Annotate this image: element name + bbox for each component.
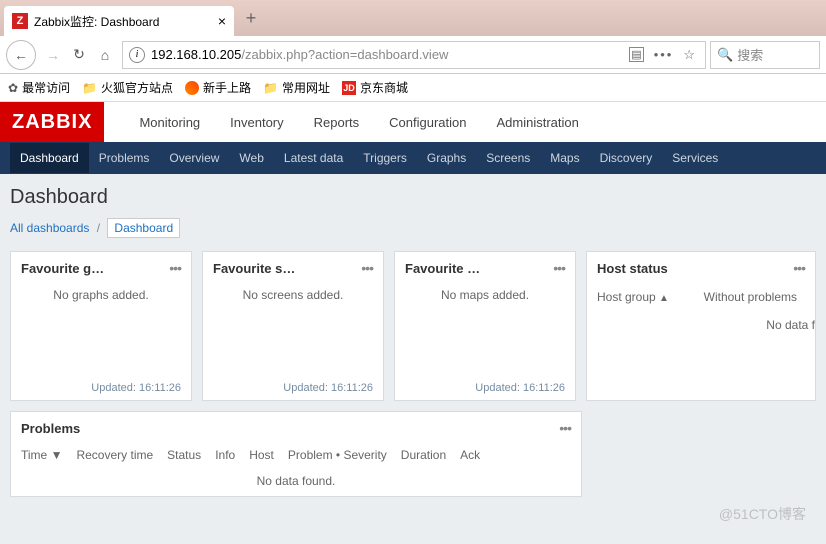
reload-button[interactable]: ↻ <box>66 42 92 68</box>
search-placeholder: 搜索 <box>737 45 763 64</box>
col-host-group[interactable]: Host group ▲ <box>597 290 697 304</box>
reader-icon[interactable]: ▤ <box>629 47 643 62</box>
col-info[interactable]: Info <box>215 448 235 462</box>
widget-footer: Updated: 16:11:26 <box>203 376 383 400</box>
problems-columns: Time ▼ Recovery time Status Info Host Pr… <box>11 444 581 466</box>
widget-menu-icon[interactable]: ••• <box>793 260 805 276</box>
page-title: Dashboard <box>10 186 816 209</box>
subnav-services[interactable]: Services <box>662 143 728 173</box>
subnav-web[interactable]: Web <box>229 143 273 173</box>
widget-fav-graphs: Favourite g…••• No graphs added. Updated… <box>10 251 192 401</box>
bookmark-bar: ✿最常访问 📁火狐官方站点 新手上路 📁常用网址 JD京东商城 <box>0 74 826 102</box>
forward-button[interactable]: → <box>40 42 66 68</box>
bookmark-firefox-official[interactable]: 📁火狐官方站点 <box>82 79 173 96</box>
sort-asc-icon: ▲ <box>659 293 669 304</box>
no-data: No data f <box>587 310 815 340</box>
subnav-graphs[interactable]: Graphs <box>417 143 476 173</box>
url-path: /zabbix.php?action=dashboard.view <box>241 47 448 62</box>
widget-fav-maps: Favourite …••• No maps added. Updated: 1… <box>394 251 576 401</box>
widget-menu-icon[interactable]: ••• <box>361 260 373 276</box>
browser-tab-bar: Z Zabbix监控: Dashboard × + <box>0 0 826 36</box>
search-icon: 🔍 <box>717 47 733 63</box>
home-button[interactable]: ⌂ <box>92 42 118 68</box>
col-time[interactable]: Time ▼ <box>21 448 62 462</box>
new-tab-button[interactable]: + <box>240 7 262 29</box>
main-nav: Monitoring Inventory Reports Configurati… <box>124 103 593 142</box>
widget-footer: Updated: 16:11:26 <box>11 376 191 400</box>
firefox-icon <box>185 81 199 95</box>
subnav-screens[interactable]: Screens <box>476 143 540 173</box>
col-without-problems[interactable]: Without problems <box>697 290 805 304</box>
widget-title: Favourite … <box>405 261 553 276</box>
bookmark-jd-mall[interactable]: JD京东商城 <box>342 79 408 96</box>
bookmark-common-urls[interactable]: 📁常用网址 <box>263 79 330 96</box>
col-host[interactable]: Host <box>249 448 274 462</box>
bookmark-star-icon[interactable]: ☆ <box>683 47 695 63</box>
widget-body: No maps added. <box>395 284 575 306</box>
widget-title: Favourite s… <box>213 261 361 276</box>
folder-icon: 📁 <box>82 81 97 95</box>
close-icon[interactable]: × <box>218 13 226 29</box>
subnav-overview[interactable]: Overview <box>159 143 229 173</box>
url-host: 192.168.10.205 <box>151 47 241 62</box>
zabbix-logo[interactable]: ZABBIX <box>0 102 104 142</box>
widget-fav-screens: Favourite s…••• No screens added. Update… <box>202 251 384 401</box>
url-actions: ▤ ••• ☆ <box>625 47 699 63</box>
widget-problems: Problems••• Time ▼ Recovery time Status … <box>10 411 582 497</box>
url-bar[interactable]: i 192.168.10.205/zabbix.php?action=dashb… <box>122 41 706 69</box>
widget-menu-icon[interactable]: ••• <box>553 260 565 276</box>
breadcrumb: All dashboards / Dashboard <box>10 221 816 235</box>
widget-body: No screens added. <box>203 284 383 306</box>
sort-desc-icon: ▼ <box>51 448 63 462</box>
watermark: @51CTO博客 <box>719 504 806 524</box>
nav-reports[interactable]: Reports <box>299 103 375 142</box>
subnav-dashboard[interactable]: Dashboard <box>10 143 89 173</box>
browser-nav-bar: ← → ↻ ⌂ i 192.168.10.205/zabbix.php?acti… <box>0 36 826 74</box>
nav-configuration[interactable]: Configuration <box>374 103 481 142</box>
subnav-triggers[interactable]: Triggers <box>353 143 417 173</box>
widget-title: Problems <box>21 421 559 436</box>
col-ack[interactable]: Ack <box>460 448 480 462</box>
col-recovery[interactable]: Recovery time <box>76 448 153 462</box>
subnav-latest-data[interactable]: Latest data <box>274 143 353 173</box>
widget-menu-icon[interactable]: ••• <box>169 260 181 276</box>
more-icon[interactable]: ••• <box>654 47 674 62</box>
back-button[interactable]: ← <box>6 40 36 70</box>
widget-menu-icon[interactable]: ••• <box>559 420 571 436</box>
gear-icon: ✿ <box>8 81 18 95</box>
favicon-zabbix: Z <box>12 13 28 29</box>
col-status[interactable]: Status <box>167 448 201 462</box>
widget-row: Favourite g…••• No graphs added. Updated… <box>10 251 816 401</box>
widget-body: No graphs added. <box>11 284 191 306</box>
nav-inventory[interactable]: Inventory <box>215 103 298 142</box>
col-problem[interactable]: Problem • Severity <box>288 448 387 462</box>
folder-icon: 📁 <box>263 81 278 95</box>
subnav-maps[interactable]: Maps <box>540 143 589 173</box>
breadcrumb-all[interactable]: All dashboards <box>10 221 89 235</box>
search-input[interactable]: 🔍 搜索 <box>710 41 820 69</box>
widget-footer: Updated: 16:11:26 <box>395 376 575 400</box>
tab-title: Zabbix监控: Dashboard <box>34 13 159 30</box>
zabbix-header: ZABBIX Monitoring Inventory Reports Conf… <box>0 102 826 142</box>
nav-administration[interactable]: Administration <box>482 103 594 142</box>
no-data: No data found. <box>11 466 581 496</box>
widget-host-status: Host status••• Host group ▲ Without prob… <box>586 251 816 401</box>
nav-monitoring[interactable]: Monitoring <box>124 103 215 142</box>
widget-title: Favourite g… <box>21 261 169 276</box>
sub-nav: Dashboard Problems Overview Web Latest d… <box>0 142 826 174</box>
widget-title: Host status <box>597 261 793 276</box>
breadcrumb-sep: / <box>97 221 100 235</box>
breadcrumb-current[interactable]: Dashboard <box>107 218 180 238</box>
site-info-icon[interactable]: i <box>129 47 145 63</box>
bookmark-getting-started[interactable]: 新手上路 <box>185 79 251 96</box>
jd-icon: JD <box>342 81 356 95</box>
browser-tab[interactable]: Z Zabbix监控: Dashboard × <box>4 6 234 36</box>
bookmark-most-visited[interactable]: ✿最常访问 <box>8 79 70 96</box>
subnav-problems[interactable]: Problems <box>89 143 160 173</box>
subnav-discovery[interactable]: Discovery <box>590 143 663 173</box>
page-body: Dashboard All dashboards / Dashboard Fav… <box>0 174 826 544</box>
col-duration[interactable]: Duration <box>401 448 446 462</box>
